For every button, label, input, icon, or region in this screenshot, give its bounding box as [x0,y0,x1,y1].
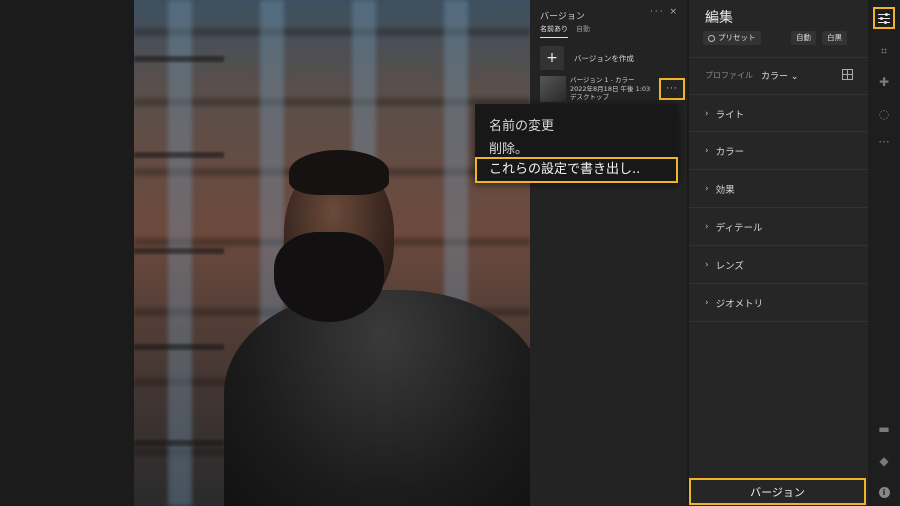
photo-fire-escape [134,0,224,506]
section-geometry-label: ジオメトリ [715,299,764,310]
plus-icon[interactable]: + [540,46,564,70]
divider [689,131,868,132]
right-toolbar: ⌗ ✚ ◌ ··· ▬ ◆ i [868,0,900,506]
bw-button[interactable]: 白黒 [822,31,847,45]
menu-item-export-with-settings[interactable]: これらの設定で書き出し.. [475,157,678,183]
divider [689,321,868,322]
section-detail-label: ディテール [715,223,763,234]
versions-button[interactable]: バージョン [689,478,866,505]
presets-button[interactable]: プリセット [703,31,761,45]
versions-title: バージョン [540,12,585,22]
presets-label: プリセット [718,33,756,42]
version-info: バージョン 1 - カラー 2022年8月18日 午後 1:03 デスクトップ [570,76,650,102]
chevron-right-icon: › [705,260,709,270]
divider [689,245,868,246]
canvas-background [0,0,134,506]
info-glyph: i [878,486,890,498]
divider [689,207,868,208]
auto-button[interactable]: 自動 [791,31,816,45]
section-optics-label: レンズ [715,261,744,272]
photo-subject-hair [289,150,389,195]
version-context-menu: 名前の変更 削除。 これらの設定で書き出し.. [475,104,678,183]
section-effects[interactable]: › 効果 [705,182,735,196]
version-more-button[interactable]: ··· [659,78,685,100]
profile-row[interactable]: プロファイル カラー ⌄ [705,69,798,82]
versions-panel-controls[interactable]: ··· × [650,7,679,17]
divider [689,283,868,284]
create-version-row[interactable]: + バージョンを作成 [540,46,634,70]
more-icon[interactable]: ··· [873,131,895,153]
crop-icon[interactable]: ⌗ [873,40,895,62]
chevron-right-icon: › [705,109,709,119]
section-color[interactable]: › カラー [705,144,744,158]
chevron-down-icon: ⌄ [790,72,799,82]
tag-icon[interactable]: ◆ [873,450,895,472]
photo-subject-beard [274,232,384,322]
versions-tabs: 名前あり 自動 [540,24,590,38]
photo-subject-jacket [224,290,530,506]
edit-panel: 編集 プリセット 自動 白黒 プロファイル カラー ⌄ › ライト › カラー … [689,0,868,506]
edit-panel-title: 編集 [705,10,733,26]
section-light-label: ライト [715,110,745,121]
divider [689,94,868,95]
profile-value-text: カラー [761,72,789,82]
version-thumbnail [540,76,566,102]
tab-named[interactable]: 名前あり [540,24,568,38]
divider [689,169,868,170]
divider [689,57,868,58]
version-source: デスクトップ [570,93,609,101]
comment-icon[interactable]: ▬ [873,418,895,440]
chevron-right-icon: › [705,184,709,194]
section-color-label: カラー [715,147,745,158]
chevron-right-icon: › [705,298,709,308]
section-light[interactable]: › ライト [705,107,744,121]
menu-item-rename[interactable]: 名前の変更 [489,115,554,134]
photo-preview[interactable] [134,0,530,506]
section-geometry[interactable]: › ジオメトリ [705,296,763,310]
profile-label: プロファイル [705,71,753,80]
menu-item-delete[interactable]: 削除。 [489,138,528,157]
chevron-right-icon: › [705,146,709,156]
preset-icon [708,34,715,42]
edit-sliders-icon[interactable] [873,7,895,29]
create-version-label[interactable]: バージョンを作成 [574,53,634,64]
version-name: バージョン 1 - カラー [570,76,635,84]
version-date: 2022年8月18日 午後 1:03 [570,84,651,93]
versions-panel: バージョン ··· × 名前あり 自動 + バージョンを作成 バージョン 1 -… [530,0,687,506]
section-effects-label: 効果 [715,185,735,196]
profile-browser-icon[interactable] [842,69,853,80]
profile-value[interactable]: カラー ⌄ [761,69,798,82]
healing-icon[interactable]: ✚ [873,71,895,93]
slider-glyph [878,12,890,24]
info-icon[interactable]: i [873,481,895,503]
tab-auto[interactable]: 自動 [576,24,590,38]
masking-icon[interactable]: ◌ [873,103,895,125]
chevron-right-icon: › [705,222,709,232]
section-optics[interactable]: › レンズ [705,258,744,272]
version-list-item[interactable]: バージョン 1 - カラー 2022年8月18日 午後 1:03 デスクトップ … [540,76,685,104]
section-detail[interactable]: › ディテール [705,220,762,234]
